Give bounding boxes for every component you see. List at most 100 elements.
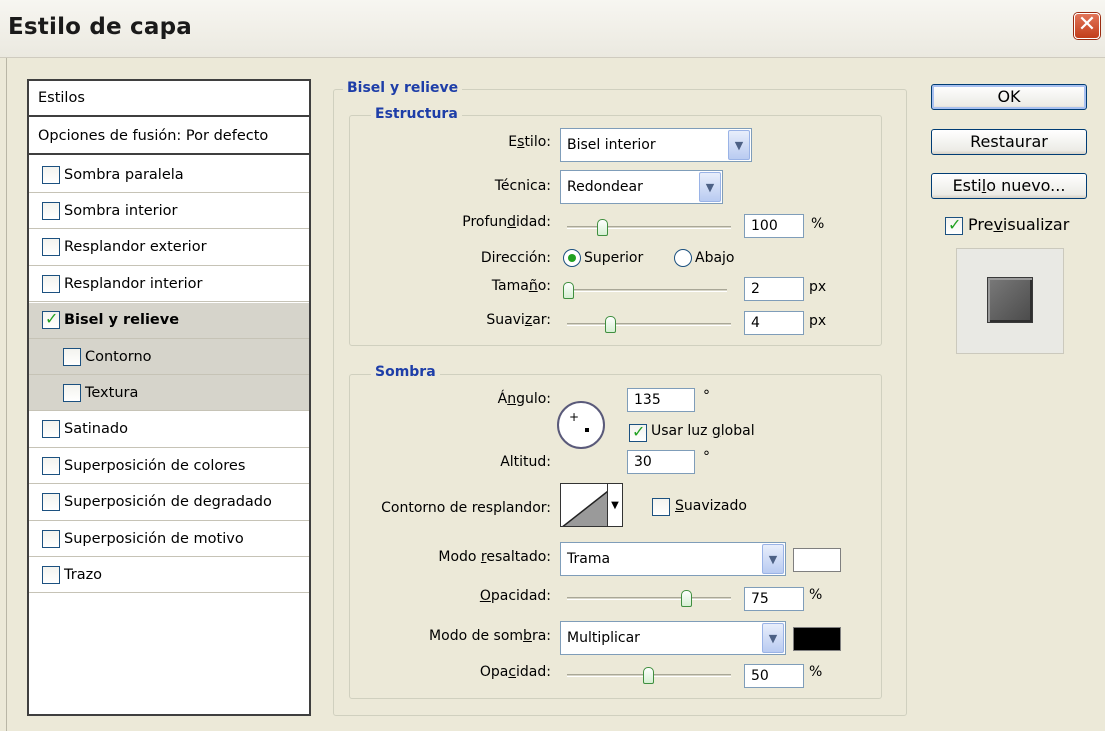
chevron-down-icon[interactable]: ▼ [607, 483, 623, 527]
style-item[interactable]: Superposición de motivo [29, 521, 309, 557]
style-preview [956, 248, 1064, 354]
shadow-mode-label: Modo de sombra: [429, 628, 551, 644]
highlight-mode-select[interactable]: Trama ▼ [560, 542, 786, 576]
highlight-opacity-thumb[interactable] [681, 590, 692, 607]
title-bar: Estilo de capa ✕ [0, 0, 1105, 58]
chevron-down-icon[interactable]: ▼ [762, 623, 784, 653]
direction-down-radio[interactable] [674, 249, 692, 267]
depth-slider[interactable] [567, 217, 731, 237]
technique-select[interactable]: Redondear ▼ [560, 170, 723, 204]
style-item[interactable]: Resplandor exterior [29, 230, 309, 266]
style-item-label: Trazo [64, 566, 103, 583]
shadow-mode-select[interactable]: Multiplicar ▼ [560, 621, 786, 655]
dialog-body: Estilos Opciones de fusión: Por defecto … [6, 58, 1105, 731]
angle-dial[interactable]: + [557, 401, 605, 449]
close-button[interactable]: ✕ [1074, 13, 1100, 39]
anti-aliased-checkbox[interactable] [652, 498, 670, 516]
style-label: Estilo: [508, 134, 551, 150]
shadow-color-swatch[interactable] [793, 627, 841, 651]
direction-label: Dirección: [480, 250, 551, 266]
soften-input[interactable]: 4 [744, 311, 804, 335]
direction-down-label[interactable]: Abajo [695, 250, 735, 266]
soften-label: Suavizar: [486, 312, 551, 328]
style-item-label: Contorno [85, 348, 152, 365]
style-item-checkbox[interactable] [42, 165, 60, 184]
angle-input[interactable]: 135 [627, 388, 695, 412]
depth-slider-thumb[interactable] [597, 219, 608, 236]
bevel-emboss-title: Bisel y relieve [343, 80, 463, 96]
anti-aliased-label[interactable]: Suavizado [675, 498, 747, 514]
altitude-input[interactable]: 30 [627, 450, 695, 474]
reset-button[interactable]: Restaurar [931, 129, 1087, 155]
soften-unit: px [809, 313, 827, 329]
style-item[interactable]: Superposición de colores [29, 448, 309, 485]
style-item-checkbox[interactable] [42, 493, 60, 512]
highlight-opacity-input[interactable]: 75 [744, 587, 804, 611]
size-label: Tamaño: [491, 278, 551, 294]
preview-label[interactable]: Previsualizar [968, 215, 1069, 234]
style-item-checkbox[interactable] [63, 347, 81, 366]
style-item[interactable]: Contorno [29, 339, 309, 375]
chevron-down-icon[interactable]: ▼ [728, 130, 750, 160]
style-item[interactable]: Sombra paralela [29, 157, 309, 193]
soften-slider-thumb[interactable] [605, 316, 616, 333]
angle-dot [585, 428, 589, 432]
shadow-opacity-input[interactable]: 50 [744, 664, 804, 688]
styles-header[interactable]: Estilos [29, 81, 309, 117]
new-style-button[interactable]: Estilo nuevo... [931, 173, 1087, 199]
direction-up-radio[interactable] [563, 249, 581, 267]
style-item[interactable]: Sombra interior [29, 193, 309, 230]
style-item-label: Superposición de colores [64, 457, 246, 474]
highlight-opacity-unit: % [809, 587, 823, 603]
direction-up-label[interactable]: Superior [584, 250, 643, 266]
style-item-checkbox[interactable] [42, 529, 60, 548]
chevron-down-icon[interactable]: ▼ [762, 544, 784, 574]
soften-slider[interactable] [567, 314, 731, 334]
style-item-label: Resplandor exterior [64, 239, 207, 256]
style-item-checkbox[interactable] [42, 274, 60, 293]
angle-degree: ° [703, 388, 710, 404]
size-slider[interactable] [563, 280, 727, 300]
size-slider-thumb[interactable] [563, 282, 574, 299]
angle-label: Ángulo: [497, 391, 551, 407]
chevron-down-icon[interactable]: ▼ [699, 172, 721, 202]
style-item-checkbox[interactable] [42, 309, 60, 330]
blending-options-item[interactable]: Opciones de fusión: Por defecto [29, 119, 309, 155]
style-item-label: Satinado [64, 421, 128, 438]
crosshair-icon: + [569, 410, 580, 424]
style-item[interactable]: Satinado [29, 412, 309, 448]
style-item-label: Superposición de degradado [64, 494, 272, 511]
depth-input[interactable]: 100 [744, 214, 804, 238]
style-item-checkbox[interactable] [42, 456, 60, 475]
altitude-label: Altitud: [500, 454, 551, 470]
technique-select-value: Redondear [567, 179, 643, 195]
style-item[interactable]: Textura [29, 375, 309, 412]
style-item-checkbox[interactable] [42, 420, 60, 439]
style-item-checkbox[interactable] [63, 383, 81, 402]
depth-label: Profundidad: [462, 214, 551, 230]
style-item-checkbox[interactable] [42, 565, 60, 584]
highlight-mode-value: Trama [567, 551, 611, 567]
style-item-label: Bisel y relieve [64, 312, 180, 329]
style-item[interactable]: Trazo [29, 557, 309, 594]
style-item[interactable]: Resplandor interior [29, 266, 309, 303]
style-item-checkbox[interactable] [42, 201, 60, 220]
shadow-mode-value: Multiplicar [567, 630, 640, 646]
highlight-opacity-label: Opacidad: [479, 588, 551, 604]
ok-button[interactable]: OK [931, 84, 1087, 110]
shadow-opacity-thumb[interactable] [643, 667, 654, 684]
style-item[interactable]: Superposición de degradado [29, 485, 309, 521]
highlight-opacity-slider[interactable] [567, 588, 731, 608]
size-input[interactable]: 2 [744, 277, 804, 301]
shadow-opacity-slider[interactable] [567, 665, 731, 685]
style-item-label: Textura [85, 384, 139, 401]
style-item-checkbox[interactable] [42, 238, 60, 257]
use-global-light-label[interactable]: Usar luz global [651, 423, 755, 439]
preview-swatch [987, 277, 1033, 323]
highlight-color-swatch[interactable] [793, 548, 841, 572]
style-item[interactable]: Bisel y relieve [29, 302, 309, 339]
use-global-light-checkbox[interactable] [629, 422, 647, 442]
altitude-degree: ° [703, 449, 710, 465]
preview-checkbox[interactable] [945, 215, 963, 235]
style-select[interactable]: Bisel interior ▼ [560, 128, 752, 162]
